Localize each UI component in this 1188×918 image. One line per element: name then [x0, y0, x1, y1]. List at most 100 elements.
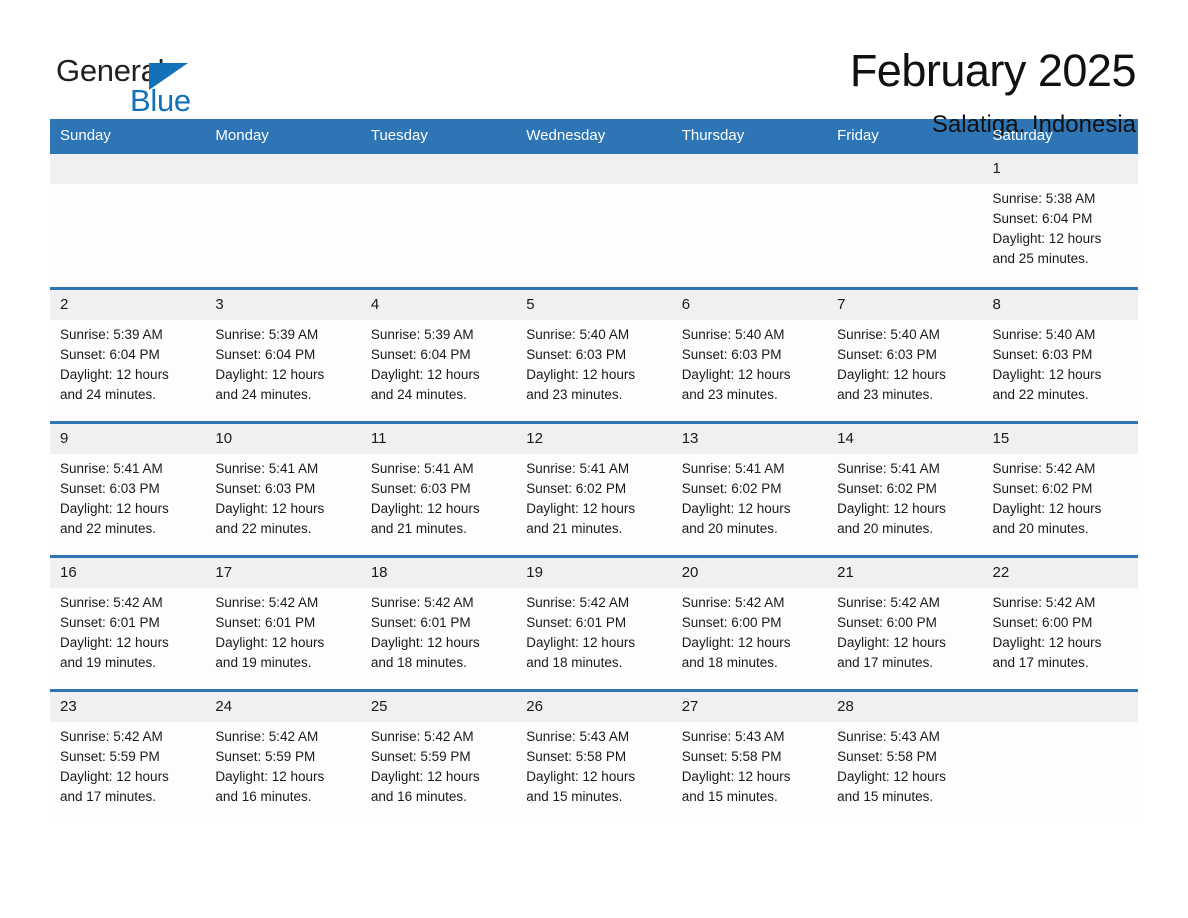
daylight-duration-line1: Daylight: 12 hours — [526, 634, 636, 650]
sunset-time: Sunset: 6:03 PM — [681, 346, 782, 362]
calendar-day-cell[interactable]: 16 Sunrise: 5:42 AM Sunset: 6:01 PM Dayligh… — [50, 554, 206, 690]
calendar-day-cell[interactable]: 11 Sunrise: 5:41 AM Sunset: 6:03 PM Dayligh… — [360, 420, 517, 556]
daylight-duration-line2: and 18 minutes. — [526, 654, 623, 670]
calendar-day-cell[interactable]: 9 Sunrise: 5:41 AM Sunset: 6:03 PM Daylight… — [50, 420, 206, 556]
calendar-day-cell[interactable]: 13 Sunrise: 5:41 AM Sunset: 6:02 PM Dayligh… — [671, 420, 828, 556]
calendar-day-cell[interactable]: 21 Sunrise: 5:42 AM Sunset: 6:00 PM Dayligh… — [827, 554, 983, 690]
calendar-day-cell[interactable]: 10 Sunrise: 5:41 AM Sunset: 6:03 PM Dayligh… — [205, 420, 361, 556]
day-cell-inner: 17 Sunrise: 5:42 AM Sunset: 6:01 PM Dayligh… — [205, 557, 361, 689]
day-cell-inner — [50, 154, 206, 285]
day-number: 16 — [50, 557, 206, 588]
day-details: Sunrise: 5:42 AM Sunset: 6:01 PM Daylight:… — [50, 588, 205, 673]
calendar-day-cell[interactable]: 17 Sunrise: 5:42 AM Sunset: 6:01 PM Dayligh… — [205, 554, 361, 690]
calendar-cell-empty — [982, 688, 1138, 824]
weekday-header-thursday: Thursday — [671, 119, 828, 154]
calendar-day-cell[interactable]: 23 Sunrise: 5:42 AM Sunset: 5:59 PM Dayligh… — [50, 688, 206, 824]
calendar-day-cell[interactable]: 7 Sunrise: 5:40 AM Sunset: 6:03 PM Daylight… — [827, 286, 983, 422]
daylight-duration-line1: Daylight: 12 hours — [681, 634, 791, 650]
calendar-day-cell[interactable]: 20 Sunrise: 5:42 AM Sunset: 6:00 PM Dayligh… — [671, 554, 828, 690]
day-details — [361, 184, 516, 189]
calendar-day-cell[interactable]: 22 Sunrise: 5:42 AM Sunset: 6:00 PM Dayligh… — [982, 554, 1138, 690]
daylight-duration-line1: Daylight: 12 hours — [992, 500, 1102, 516]
day-number: 21 — [827, 557, 983, 588]
day-number: 3 — [205, 289, 361, 320]
sunrise-time: Sunrise: 5:42 AM — [681, 594, 785, 610]
calendar-day-cell[interactable]: 18 Sunrise: 5:42 AM Sunset: 6:01 PM Dayligh… — [360, 554, 517, 690]
sunset-time: Sunset: 6:03 PM — [992, 346, 1093, 362]
calendar-day-cell[interactable]: 26 Sunrise: 5:43 AM Sunset: 5:58 PM Dayligh… — [516, 688, 672, 824]
daylight-duration-line2: and 17 minutes. — [837, 654, 934, 670]
day-cell-inner: 16 Sunrise: 5:42 AM Sunset: 6:01 PM Dayligh… — [50, 557, 206, 689]
day-details — [672, 184, 827, 189]
calendar-day-cell[interactable]: 15 Sunrise: 5:42 AM Sunset: 6:02 PM Dayligh… — [982, 420, 1138, 556]
day-details: Sunrise: 5:42 AM Sunset: 5:59 PM Daylight:… — [205, 722, 360, 807]
calendar-day-cell[interactable]: 1 Sunrise: 5:38 AM Sunset: 6:04 PM Daylight… — [982, 154, 1138, 288]
calendar-day-cell[interactable]: 19 Sunrise: 5:42 AM Sunset: 6:01 PM Dayligh… — [516, 554, 672, 690]
day-cell-inner: 15 Sunrise: 5:42 AM Sunset: 6:02 PM Dayligh… — [982, 423, 1138, 555]
sunrise-time: Sunrise: 5:40 AM — [992, 326, 1096, 342]
day-number: 17 — [205, 557, 361, 588]
calendar-week-row: 23 Sunrise: 5:42 AM Sunset: 5:59 PM Dayligh… — [50, 688, 1138, 824]
day-number: 28 — [827, 691, 983, 722]
sunrise-time: Sunrise: 5:40 AM — [837, 326, 940, 342]
day-number: 22 — [982, 557, 1138, 588]
day-cell-inner — [671, 154, 828, 285]
calendar-day-cell[interactable]: 4 Sunrise: 5:39 AM Sunset: 6:04 PM Daylight… — [360, 286, 517, 422]
sunrise-time: Sunrise: 5:42 AM — [526, 594, 630, 610]
day-details — [827, 184, 982, 189]
weekday-header-tuesday: Tuesday — [360, 119, 517, 154]
calendar-day-cell[interactable]: 14 Sunrise: 5:41 AM Sunset: 6:02 PM Dayligh… — [827, 420, 983, 556]
weekday-header-wednesday: Wednesday — [516, 119, 672, 154]
sunrise-sunset-calendar: Sunday Monday Tuesday Wednesday Thursday… — [50, 119, 1138, 824]
logo-text-blue: Blue — [130, 83, 191, 118]
general-blue-logo[interactable]: General Blue — [50, 46, 200, 118]
day-number: 10 — [205, 423, 361, 454]
day-number: 4 — [360, 289, 517, 320]
sunrise-time: Sunrise: 5:42 AM — [215, 728, 319, 744]
day-cell-inner: 27 Sunrise: 5:43 AM Sunset: 5:58 PM Dayligh… — [671, 691, 828, 823]
calendar-day-cell[interactable]: 24 Sunrise: 5:42 AM Sunset: 5:59 PM Dayligh… — [205, 688, 361, 824]
sunrise-time: Sunrise: 5:42 AM — [370, 728, 474, 744]
daylight-duration-line1: Daylight: 12 hours — [60, 768, 169, 784]
daylight-duration-line1: Daylight: 12 hours — [837, 768, 946, 784]
day-cell-inner: 8 Sunrise: 5:40 AM Sunset: 6:03 PM Daylight… — [982, 289, 1138, 421]
calendar-day-cell[interactable]: 28 Sunrise: 5:43 AM Sunset: 5:58 PM Dayligh… — [827, 688, 983, 824]
day-cell-inner: 5 Sunrise: 5:40 AM Sunset: 6:03 PM Daylight… — [516, 289, 672, 421]
calendar-day-cell[interactable]: 5 Sunrise: 5:40 AM Sunset: 6:03 PM Daylight… — [516, 286, 672, 422]
sunrise-time: Sunrise: 5:43 AM — [526, 728, 630, 744]
sunrise-time: Sunrise: 5:39 AM — [370, 326, 474, 342]
calendar-day-cell[interactable]: 8 Sunrise: 5:40 AM Sunset: 6:03 PM Daylight… — [982, 286, 1138, 422]
day-details: Sunrise: 5:41 AM Sunset: 6:02 PM Daylight:… — [516, 454, 671, 539]
sunset-time: Sunset: 5:59 PM — [60, 748, 160, 764]
daylight-duration-line2: and 23 minutes. — [681, 386, 778, 402]
calendar-day-cell[interactable]: 2 Sunrise: 5:39 AM Sunset: 6:04 PM Daylight… — [50, 286, 206, 422]
calendar-day-cell[interactable]: 3 Sunrise: 5:39 AM Sunset: 6:04 PM Daylight… — [205, 286, 361, 422]
day-cell-inner: 28 Sunrise: 5:43 AM Sunset: 5:58 PM Dayligh… — [827, 691, 983, 823]
day-number: 9 — [50, 423, 206, 454]
calendar-day-cell[interactable]: 6 Sunrise: 5:40 AM Sunset: 6:03 PM Daylight… — [671, 286, 828, 422]
daylight-duration-line2: and 24 minutes. — [60, 386, 157, 402]
title-block: February 2025 Salatiga, Indonesia — [850, 46, 1138, 140]
calendar-day-cell[interactable]: 12 Sunrise: 5:41 AM Sunset: 6:02 PM Dayligh… — [516, 420, 672, 556]
sunset-time: Sunset: 6:02 PM — [837, 480, 937, 496]
day-cell-inner: 14 Sunrise: 5:41 AM Sunset: 6:02 PM Dayligh… — [827, 423, 983, 555]
day-number — [827, 154, 983, 184]
calendar-day-cell[interactable]: 25 Sunrise: 5:42 AM Sunset: 5:59 PM Dayligh… — [360, 688, 517, 824]
daylight-duration-line1: Daylight: 12 hours — [215, 500, 325, 516]
daylight-duration-line1: Daylight: 12 hours — [992, 634, 1102, 650]
daylight-duration-line2: and 15 minutes. — [681, 788, 778, 804]
day-number: 5 — [516, 289, 672, 320]
sunrise-time: Sunrise: 5:42 AM — [992, 460, 1096, 476]
day-details: Sunrise: 5:43 AM Sunset: 5:58 PM Daylight:… — [516, 722, 671, 807]
daylight-duration-line2: and 23 minutes. — [837, 386, 934, 402]
daylight-duration-line1: Daylight: 12 hours — [837, 366, 946, 382]
sunset-time: Sunset: 6:04 PM — [992, 211, 1093, 226]
calendar-day-cell[interactable]: 27 Sunrise: 5:43 AM Sunset: 5:58 PM Dayligh… — [671, 688, 828, 824]
day-details: Sunrise: 5:40 AM Sunset: 6:03 PM Daylight:… — [516, 320, 671, 405]
daylight-duration-line2: and 24 minutes. — [215, 386, 312, 402]
sunrise-time: Sunrise: 5:39 AM — [60, 326, 163, 342]
daylight-duration-line1: Daylight: 12 hours — [370, 768, 480, 784]
day-cell-inner: 13 Sunrise: 5:41 AM Sunset: 6:02 PM Dayligh… — [671, 423, 828, 555]
daylight-duration-line2: and 21 minutes. — [370, 520, 467, 536]
sunset-time: Sunset: 6:02 PM — [681, 480, 782, 496]
